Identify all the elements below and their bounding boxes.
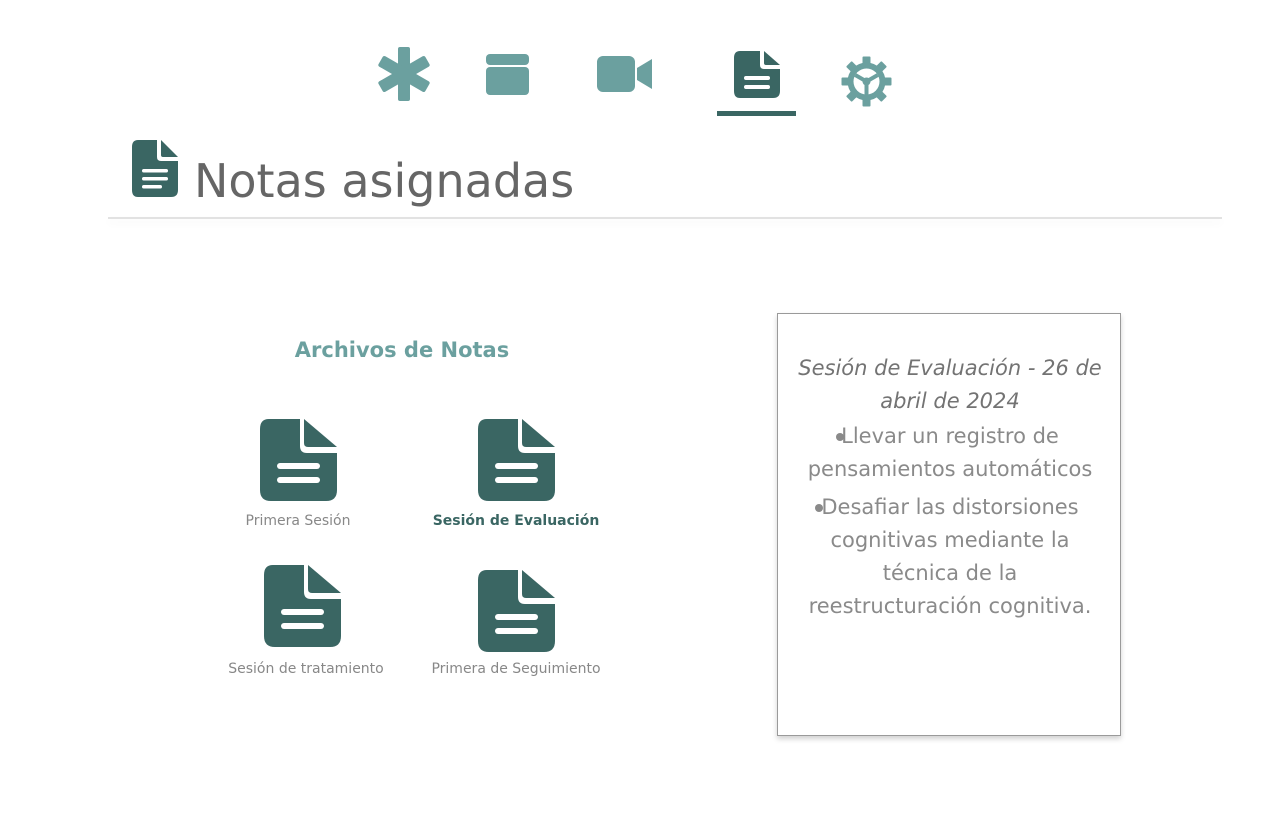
document-icon[interactable] <box>734 51 781 98</box>
page-title: Notas asignadas <box>194 154 575 208</box>
file-label: Primera Sesión <box>245 513 351 529</box>
note-task-item: Llevar un registro de pensamientos autom… <box>778 420 1122 486</box>
active-tab-indicator <box>717 111 796 116</box>
file-label: Sesión de tratamiento <box>228 661 384 677</box>
file-label: Sesión de Evaluación <box>432 513 600 529</box>
file-document-icon <box>264 565 341 647</box>
bullet-icon <box>815 504 823 512</box>
file-item-sesion-de-tratamiento[interactable]: Sesión de tratamiento <box>196 565 416 683</box>
note-title: Sesión de Evaluación - 26 de abril de 20… <box>798 356 1102 413</box>
note-task-list: Llevar un registro de pensamientos autom… <box>778 420 1122 628</box>
note-task-text: Llevar un registro de pensamientos autom… <box>807 424 1093 481</box>
video-camera-icon[interactable] <box>597 56 652 92</box>
file-item-sesion-de-evaluacion[interactable]: Sesión de Evaluación <box>406 419 626 534</box>
gear-icon[interactable] <box>841 56 892 107</box>
note-detail-card: Sesión de Evaluación - 26 de abril de 20… <box>777 313 1121 736</box>
bullet-icon <box>836 433 844 441</box>
section-heading: Archivos de Notas <box>294 338 510 362</box>
note-task-text: Desafiar las distorsiones cognitivas med… <box>808 495 1092 618</box>
note-task-item: Desafiar las distorsiones cognitivas med… <box>778 491 1122 623</box>
file-document-icon <box>478 419 555 501</box>
header-document-icon <box>132 140 178 197</box>
file-item-primera-sesion[interactable]: Primera Sesión <box>188 419 408 534</box>
calendar-icon[interactable] <box>486 50 529 96</box>
file-item-primera-de-seguimiento[interactable]: Primera de Seguimiento <box>406 570 626 683</box>
header-divider <box>108 217 1222 219</box>
file-document-icon <box>478 570 555 652</box>
file-label: Primera de Seguimiento <box>431 661 601 677</box>
asterisk-icon[interactable] <box>376 47 432 101</box>
file-document-icon <box>260 419 337 501</box>
